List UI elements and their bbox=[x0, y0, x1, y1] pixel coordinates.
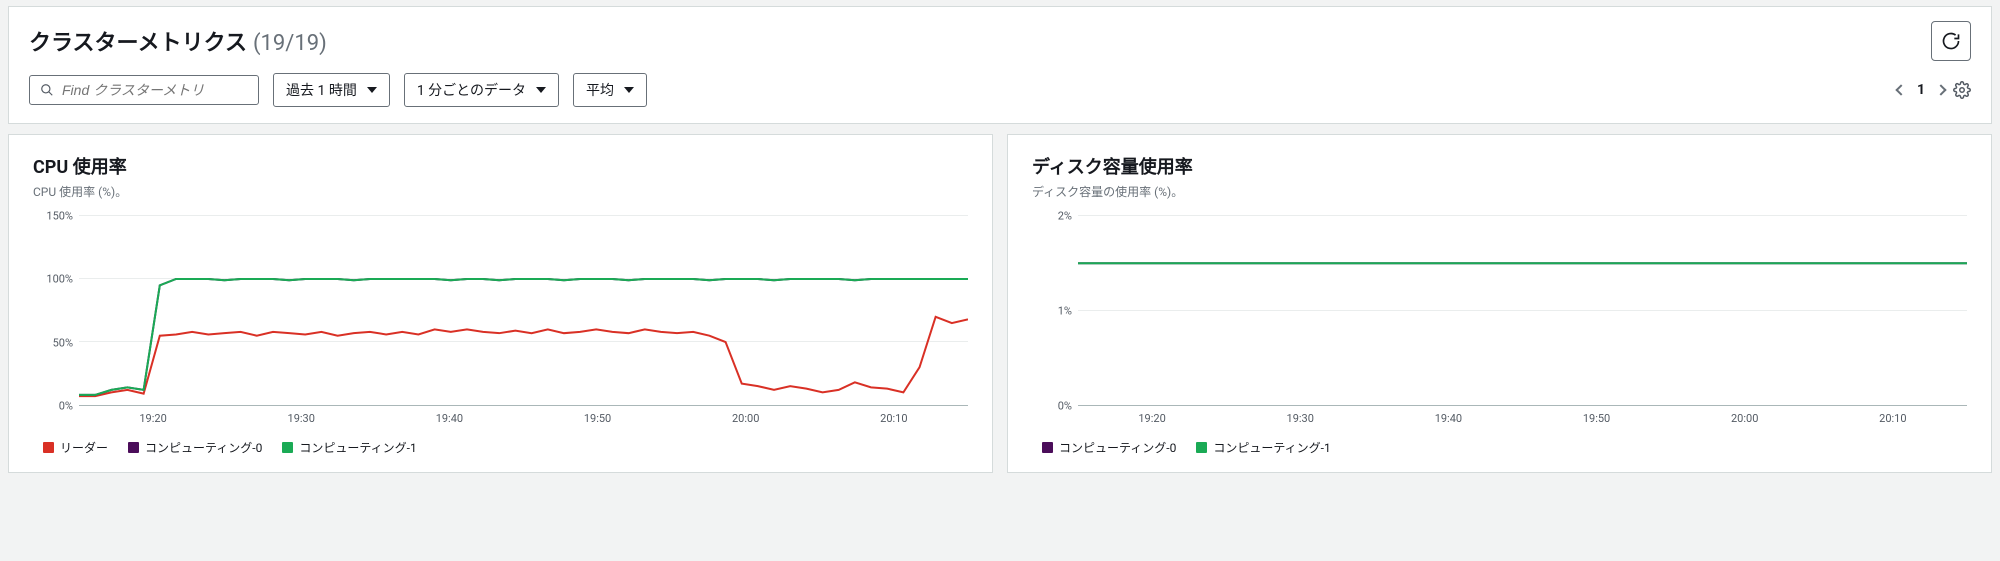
x-tick-label: 20:00 bbox=[1731, 412, 1758, 425]
chart-title: ディスク容量使用率 bbox=[1032, 153, 1967, 179]
legend-label: コンピューティング-1 bbox=[1213, 439, 1330, 456]
y-tick-label: 100% bbox=[46, 273, 73, 286]
aggregation-select[interactable]: 平均 bbox=[573, 73, 647, 107]
search-input-wrapper[interactable] bbox=[29, 75, 259, 105]
cpu-chart-panel: CPU 使用率CPU 使用率 (%)。0%50%100%150%19:2019:… bbox=[8, 134, 993, 473]
chart-subtitle: CPU 使用率 (%)。 bbox=[33, 183, 968, 200]
x-tick-label: 19:50 bbox=[1583, 412, 1610, 425]
chart-legend: コンピューティング-0 コンピューティング-1 bbox=[1042, 439, 1967, 456]
plot-area: 0%1%2% bbox=[1078, 216, 1967, 406]
legend-item[interactable]: コンピューティング-1 bbox=[1196, 439, 1330, 456]
x-tick-label: 20:10 bbox=[880, 412, 907, 425]
x-tick-label: 20:10 bbox=[1879, 412, 1906, 425]
legend-item[interactable]: コンピューティング-0 bbox=[128, 439, 262, 456]
interval-label: 1 分ごとのデータ bbox=[417, 80, 526, 100]
legend-label: コンピューティング-1 bbox=[299, 439, 416, 456]
legend-swatch bbox=[1196, 442, 1207, 453]
page-number: 1 bbox=[1917, 82, 1925, 98]
y-tick-label: 0% bbox=[59, 400, 73, 413]
page-count: (19/19) bbox=[253, 31, 327, 56]
x-tick-label: 19:40 bbox=[436, 412, 463, 425]
settings-button[interactable] bbox=[1953, 81, 1971, 99]
x-tick-label: 19:30 bbox=[1287, 412, 1314, 425]
legend-swatch bbox=[43, 442, 54, 453]
plot-area: 0%50%100%150% bbox=[79, 216, 968, 406]
refresh-icon bbox=[1941, 31, 1961, 51]
y-tick-label: 2% bbox=[1058, 210, 1072, 223]
chart-subtitle: ディスク容量の使用率 (%)。 bbox=[1032, 183, 1967, 200]
x-tick-label: 20:00 bbox=[732, 412, 759, 425]
page-prev-button[interactable] bbox=[1895, 84, 1906, 95]
time-range-label: 過去 1 時間 bbox=[286, 80, 357, 100]
gear-icon bbox=[1953, 81, 1971, 99]
charts-container: CPU 使用率CPU 使用率 (%)。0%50%100%150%19:2019:… bbox=[8, 134, 1992, 473]
x-tick-label: 19:30 bbox=[288, 412, 315, 425]
legend-label: コンピューティング-0 bbox=[1059, 439, 1176, 456]
refresh-button[interactable] bbox=[1931, 21, 1971, 61]
y-tick-label: 1% bbox=[1058, 305, 1072, 318]
search-input[interactable] bbox=[62, 82, 248, 98]
y-tick-label: 50% bbox=[53, 336, 73, 349]
legend-item[interactable]: コンピューティング-1 bbox=[282, 439, 416, 456]
legend-item[interactable]: コンピューティング-0 bbox=[1042, 439, 1176, 456]
chart-title: CPU 使用率 bbox=[33, 153, 968, 179]
chevron-down-icon bbox=[624, 87, 634, 93]
legend-label: リーダー bbox=[60, 439, 108, 456]
page-next-button[interactable] bbox=[1935, 84, 1946, 95]
legend-swatch bbox=[128, 442, 139, 453]
interval-select[interactable]: 1 分ごとのデータ bbox=[404, 73, 559, 107]
chart-legend: リーダー コンピューティング-0 コンピューティング-1 bbox=[43, 439, 968, 456]
chevron-down-icon bbox=[536, 87, 546, 93]
y-tick-label: 0% bbox=[1058, 400, 1072, 413]
disk-chart-panel: ディスク容量使用率ディスク容量の使用率 (%)。0%1%2%19:2019:30… bbox=[1007, 134, 1992, 473]
legend-label: コンピューティング-0 bbox=[145, 439, 262, 456]
legend-swatch bbox=[282, 442, 293, 453]
search-icon bbox=[40, 83, 54, 97]
legend-item[interactable]: リーダー bbox=[43, 439, 108, 456]
pager: 1 bbox=[1897, 82, 1945, 98]
aggregation-label: 平均 bbox=[586, 80, 614, 100]
page-title: クラスターメトリクス bbox=[29, 25, 247, 57]
chevron-down-icon bbox=[367, 87, 377, 93]
time-range-select[interactable]: 過去 1 時間 bbox=[273, 73, 390, 107]
x-tick-label: 19:50 bbox=[584, 412, 611, 425]
y-tick-label: 150% bbox=[46, 210, 73, 223]
x-tick-label: 19:40 bbox=[1435, 412, 1462, 425]
legend-swatch bbox=[1042, 442, 1053, 453]
metrics-header-panel: クラスターメトリクス (19/19) 過去 1 時間 1 分ごとのデータ bbox=[8, 6, 1992, 124]
x-tick-label: 19:20 bbox=[1138, 412, 1165, 425]
x-tick-label: 19:20 bbox=[139, 412, 166, 425]
